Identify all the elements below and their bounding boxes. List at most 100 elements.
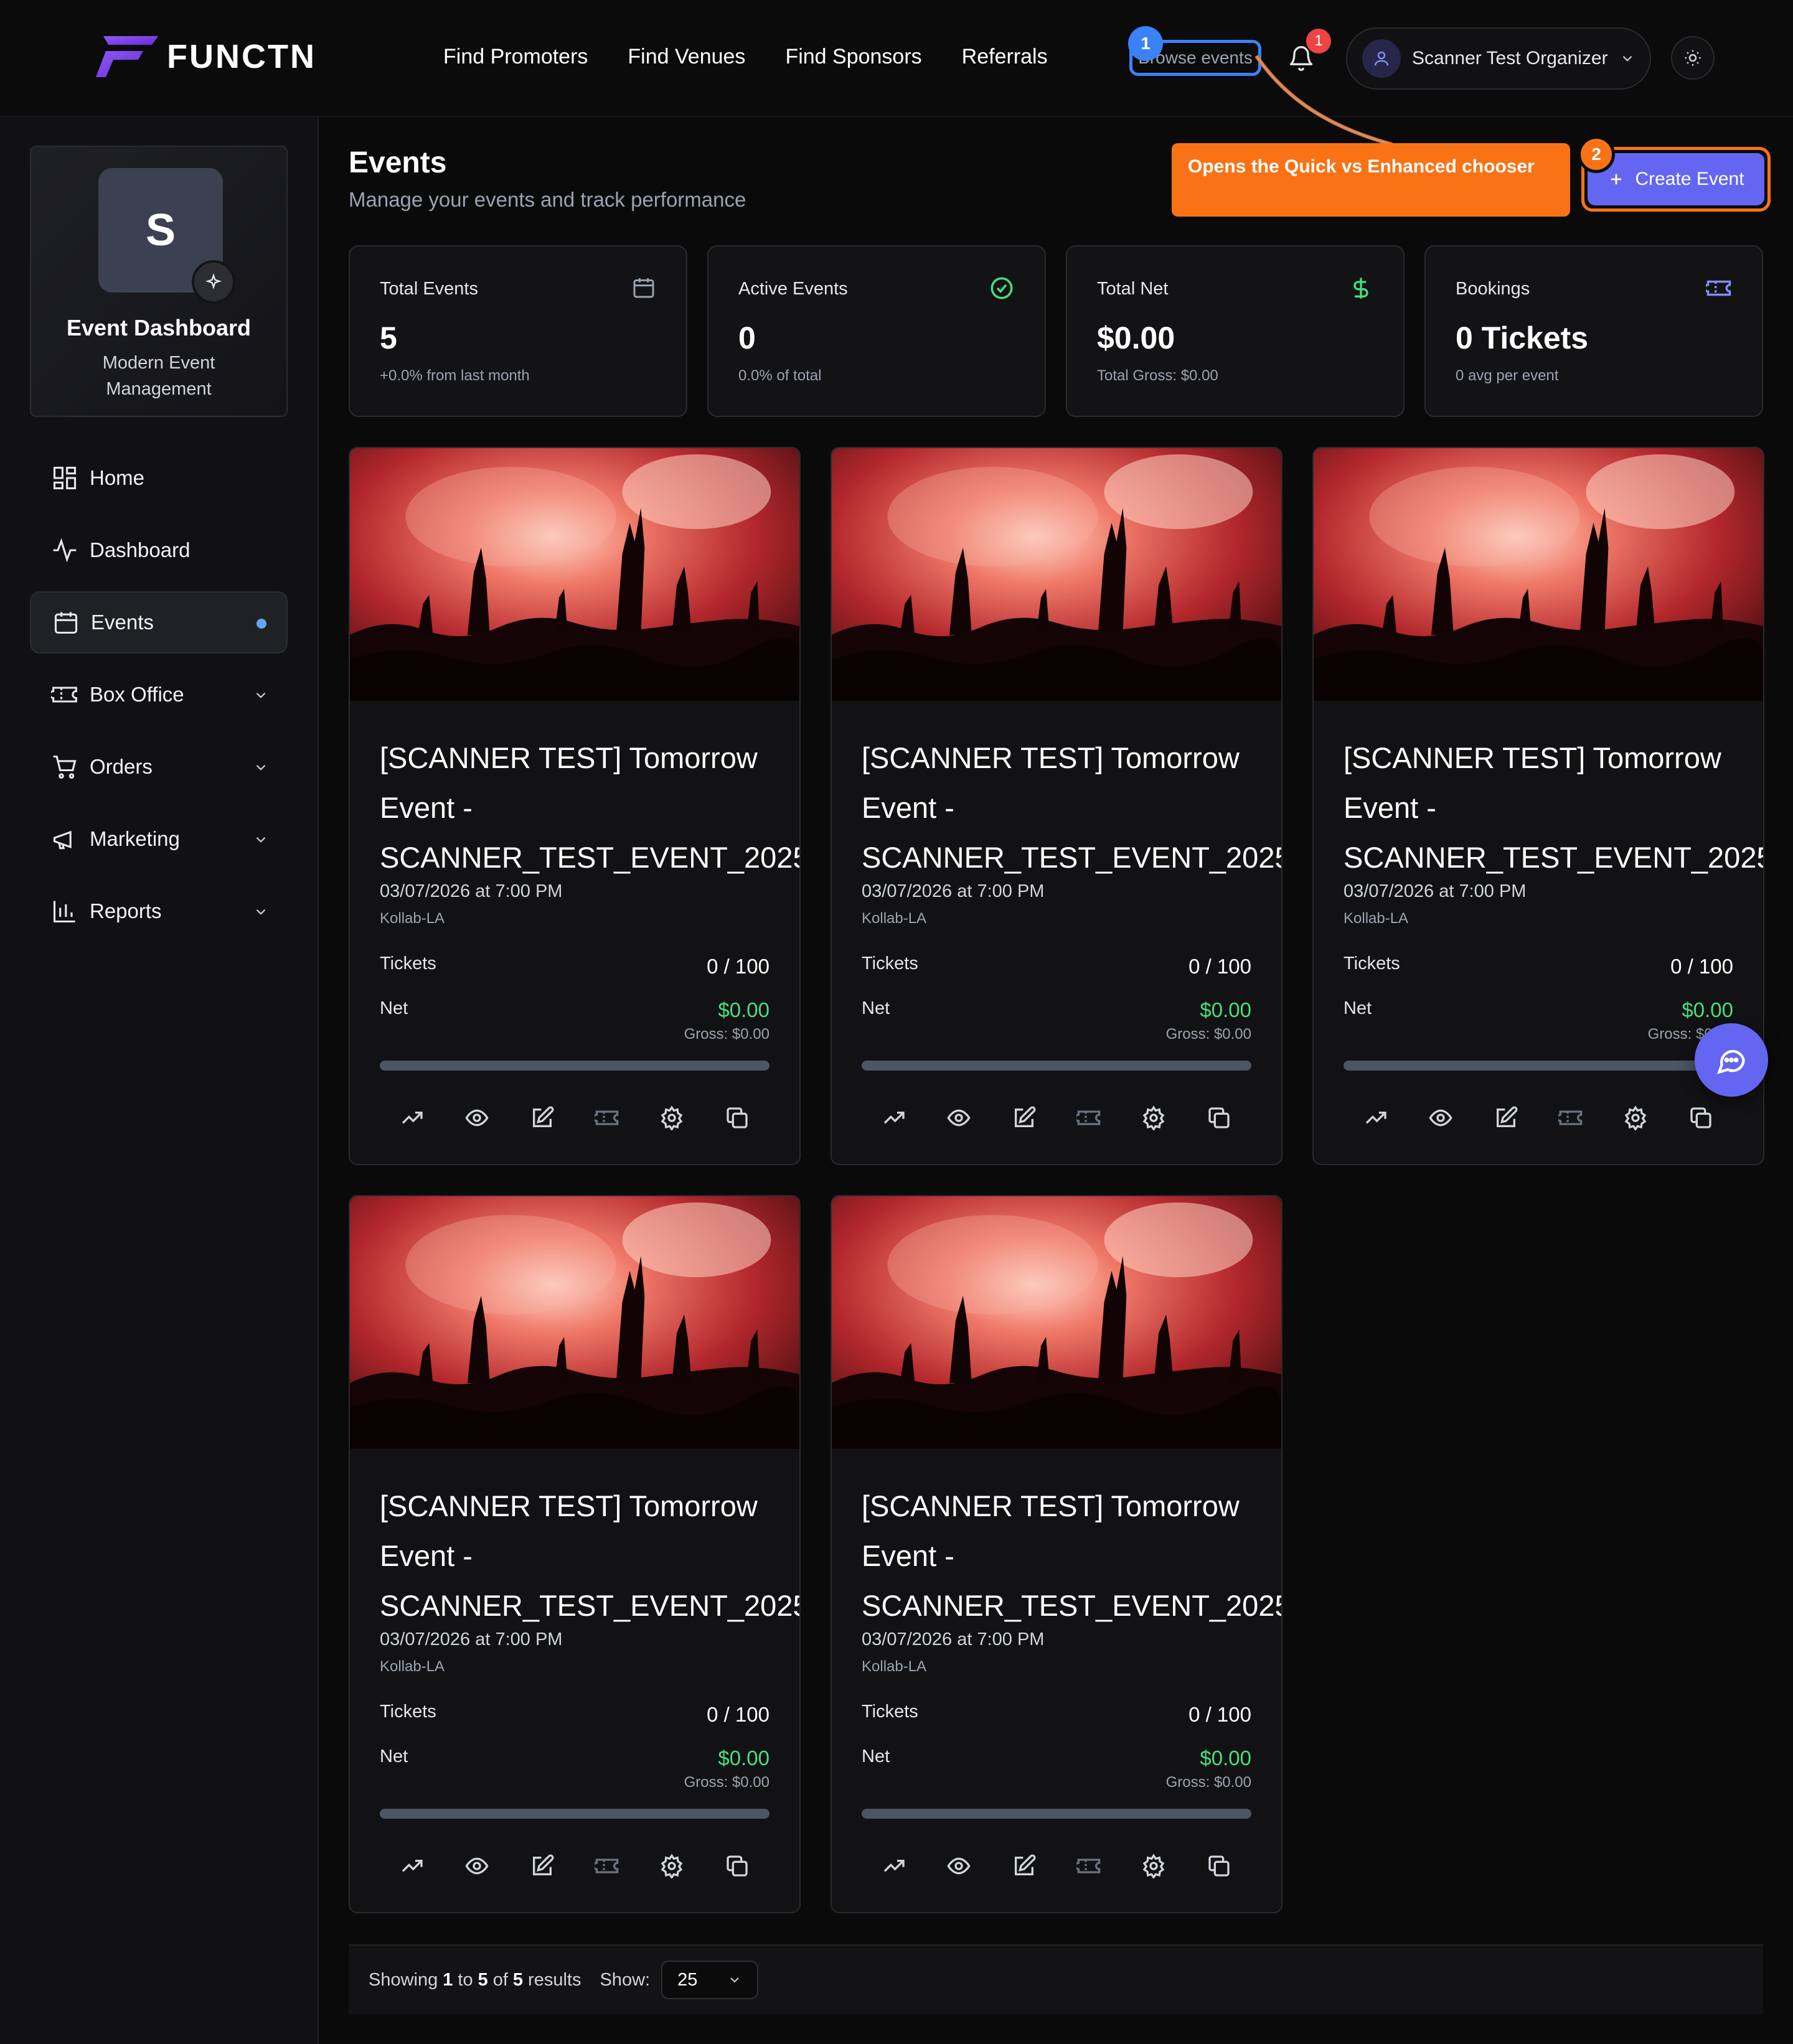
- event-title[interactable]: [SCANNER TEST] Tomorrow Event - SCANNER_…: [1344, 733, 1763, 883]
- user-menu[interactable]: Scanner Test Organizer: [1346, 27, 1651, 90]
- event-title-line: Event -: [380, 791, 473, 824]
- functn-logo[interactable]: FUNCTN: [95, 35, 316, 78]
- edit-icon[interactable]: [1005, 1847, 1043, 1885]
- chevron-down-icon: [256, 909, 266, 915]
- event-title-line: SCANNER_TEST_EVENT_2025: [380, 1589, 801, 1622]
- copy-icon[interactable]: [1200, 1847, 1238, 1885]
- dollar-icon: [1353, 278, 1368, 299]
- stat-note: 0.0% of total: [738, 367, 822, 384]
- event-card[interactable]: [SCANNER TEST] Tomorrow Event - SCANNER_…: [349, 1195, 801, 1913]
- event-venue: Kollab-LA: [380, 910, 445, 927]
- eye-icon[interactable]: [458, 1099, 496, 1137]
- copy-icon[interactable]: [1682, 1099, 1720, 1137]
- create-event-button[interactable]: Create Event: [1588, 153, 1764, 205]
- sidebar-item-label: Home: [90, 466, 145, 489]
- tickets-value: 0 / 100: [1188, 1703, 1251, 1726]
- megaphone-icon: [53, 830, 72, 850]
- stat-value: 5: [380, 321, 397, 355]
- sidebar-item-reports[interactable]: Reports: [30, 880, 288, 942]
- stat-label: Total Events: [380, 279, 478, 299]
- gross-value: Gross: $0.00: [1165, 1026, 1251, 1043]
- event-title-line: Event -: [862, 1539, 954, 1572]
- profile-card: S Event Dashboard Modern Event Managemen…: [30, 146, 288, 417]
- ticket-icon[interactable]: [588, 1099, 626, 1137]
- nav-find-promoters[interactable]: Find Promoters: [443, 45, 588, 69]
- nav-find-sponsors[interactable]: Find Sponsors: [785, 45, 921, 69]
- ticket-icon[interactable]: [1552, 1099, 1589, 1137]
- settings-icon[interactable]: [1135, 1099, 1172, 1137]
- copy-icon[interactable]: [718, 1099, 756, 1137]
- trending-up-icon[interactable]: [1357, 1099, 1395, 1137]
- edit-icon[interactable]: [1487, 1099, 1525, 1137]
- event-card[interactable]: [SCANNER TEST] Tomorrow Event - SCANNER_…: [831, 1195, 1282, 1913]
- ticket-icon[interactable]: [588, 1847, 626, 1885]
- page-size-select[interactable]: 25: [661, 1961, 759, 1999]
- event-title[interactable]: [SCANNER TEST] Tomorrow Event - SCANNER_…: [380, 733, 799, 883]
- trending-up-icon[interactable]: [875, 1847, 913, 1885]
- grid-icon: [53, 466, 77, 490]
- user-avatar: [1362, 39, 1401, 78]
- event-venue: Kollab-LA: [862, 1658, 927, 1675]
- sidebar-item-marketing[interactable]: Marketing: [30, 808, 288, 870]
- sidebar-item-home[interactable]: Home: [30, 447, 288, 509]
- settings-icon[interactable]: [653, 1847, 690, 1885]
- settings-icon[interactable]: [653, 1099, 690, 1137]
- edit-icon[interactable]: [1005, 1099, 1043, 1137]
- ticket-icon[interactable]: [1070, 1847, 1108, 1885]
- event-title[interactable]: [SCANNER TEST] Tomorrow Event - SCANNER_…: [862, 1481, 1281, 1631]
- trending-up-icon[interactable]: [393, 1847, 431, 1885]
- pager-total: 5: [512, 1969, 524, 1990]
- copy-icon[interactable]: [718, 1847, 756, 1885]
- event-venue: Kollab-LA: [380, 1658, 445, 1675]
- sidebar: S Event Dashboard Modern Event Managemen…: [0, 117, 319, 2044]
- settings-icon[interactable]: [1135, 1847, 1172, 1885]
- chat-button[interactable]: [1695, 1023, 1768, 1097]
- tickets-label: Tickets: [380, 1702, 436, 1722]
- event-title[interactable]: [SCANNER TEST] Tomorrow Event - SCANNER_…: [862, 733, 1281, 883]
- theme-toggle-button[interactable]: [1671, 36, 1715, 80]
- page-size-label: Show:: [600, 1969, 651, 1990]
- event-date: 03/07/2026 at 7:00 PM: [862, 881, 1045, 901]
- eye-icon[interactable]: [940, 1099, 977, 1137]
- main-nav: Find Promoters Find Venues Find Sponsors…: [443, 45, 1048, 69]
- eye-icon[interactable]: [1422, 1099, 1459, 1137]
- copy-icon[interactable]: [1200, 1099, 1238, 1137]
- chevron-down-icon: [1622, 55, 1632, 62]
- event-card[interactable]: [SCANNER TEST] Tomorrow Event - SCANNER_…: [349, 447, 801, 1165]
- eye-icon[interactable]: [458, 1847, 496, 1885]
- sparkle-icon[interactable]: [192, 260, 235, 304]
- event-title-line: [SCANNER TEST] Tomorrow: [1344, 741, 1721, 774]
- edit-icon[interactable]: [524, 1847, 561, 1885]
- trending-up-icon[interactable]: [393, 1099, 431, 1137]
- eye-icon[interactable]: [940, 1847, 977, 1885]
- nav-find-venues[interactable]: Find Venues: [628, 45, 745, 69]
- ticket-icon[interactable]: [1070, 1099, 1108, 1137]
- stat-note: Total Gross: $0.00: [1097, 367, 1218, 384]
- trending-up-icon[interactable]: [875, 1099, 913, 1137]
- settings-icon[interactable]: [1617, 1099, 1654, 1137]
- profile-title: Event Dashboard: [66, 315, 252, 340]
- chevron-down-icon: [256, 764, 266, 771]
- event-title-line: [SCANNER TEST] Tomorrow: [380, 1489, 758, 1522]
- sidebar-item-box-office[interactable]: Box Office: [30, 663, 288, 726]
- sidebar-item-label: Reports: [90, 899, 162, 922]
- stat-label: Total Net: [1097, 279, 1169, 299]
- event-image: [1314, 448, 1763, 701]
- event-title-line: Event -: [1344, 791, 1436, 824]
- gross-value: Gross: $0.00: [684, 1026, 769, 1043]
- sun-icon: [1685, 50, 1701, 66]
- sidebar-item-dashboard[interactable]: Dashboard: [30, 519, 288, 581]
- sidebar-item-orders[interactable]: Orders: [30, 736, 288, 798]
- net-value: $0.00: [1682, 998, 1733, 1021]
- nav-referrals[interactable]: Referrals: [962, 45, 1048, 69]
- tickets-label: Tickets: [380, 954, 436, 973]
- net-label: Net: [380, 998, 408, 1018]
- event-card[interactable]: [SCANNER TEST] Tomorrow Event - SCANNER_…: [831, 447, 1282, 1165]
- edit-icon[interactable]: [524, 1099, 561, 1137]
- event-date: 03/07/2026 at 7:00 PM: [380, 881, 563, 901]
- sidebar-item-events[interactable]: Events: [30, 591, 288, 654]
- event-title[interactable]: [SCANNER TEST] Tomorrow Event - SCANNER_…: [380, 1481, 801, 1631]
- plus-icon: [1611, 174, 1622, 185]
- stats-row: Total Events 5 +0.0% from last month Act…: [349, 245, 1763, 417]
- active-indicator-dot: [256, 619, 266, 629]
